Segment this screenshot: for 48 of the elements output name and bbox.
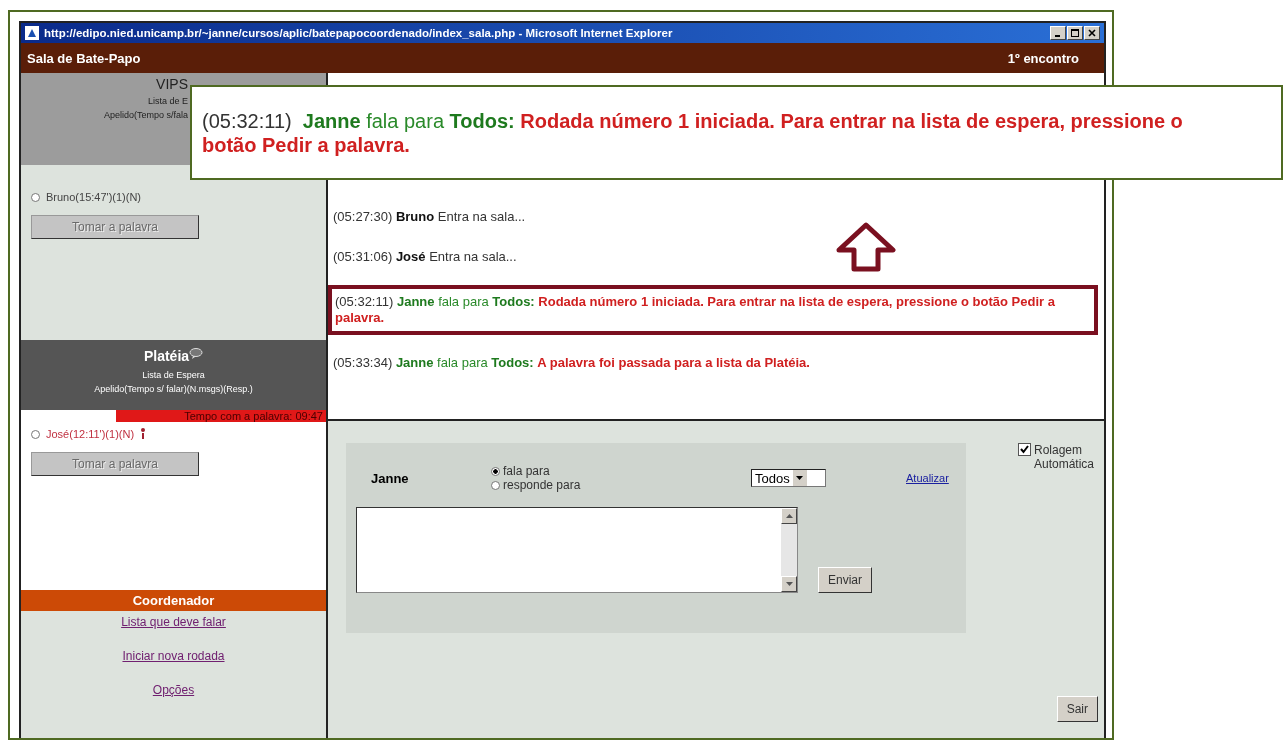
member-name: José(12:11')(1)(N) [46,428,135,440]
coordinator-header: Coordenador [21,590,326,611]
recipient-dropdown[interactable]: Todos [751,469,826,487]
speaker-icon [140,428,147,440]
room-title: Sala de Bate-Papo [27,50,141,66]
chat-message: (05:31:06) José Entra na sala... [333,248,518,266]
column-legend: Apelido(Tempo s/fala [103,110,188,120]
radio-button[interactable] [31,429,40,439]
caret-icon [796,476,804,480]
coordinator-link[interactable]: Opções [152,683,195,697]
radio-button[interactable] [491,466,500,476]
zoomed-message-callout: (05:32:11) Janne fala para Todos: Rodada número 1 iniciada. Para entrar na lista de espera, pressione o botão Pedir a palavra. [190,85,1283,180]
close-icon [1088,29,1096,37]
meeting-label: 1º encontro [1007,50,1079,66]
message-field[interactable] [356,507,798,593]
scroll-down-icon[interactable] [785,582,793,586]
vips-title: VIPS [156,77,188,92]
speaking-timer: Tempo com a palavra: 09:47 [116,410,326,422]
send-button[interactable]: Enviar [818,567,872,593]
exit-button[interactable]: Sair [1056,696,1098,722]
scrollbar[interactable] [781,508,797,592]
up-arrow-icon [835,222,897,272]
chat-message: (05:33:34) Janne fala para Todos: A palavra foi passada para a lista da Platéia. [333,354,811,372]
user-name: Janne [370,470,410,486]
chat-message: (05:32:11) Janne fala para Todos: Rodada número 1 iniciada. Para entrar na lista de espera, pressione o botão Pedir a palavra. [328,285,1098,335]
list-subtitle: Lista de Espera [142,370,205,380]
maximize-icon [1071,29,1079,37]
close-button[interactable] [1084,26,1100,40]
mode-option[interactable]: fala para [491,464,751,478]
maximize-button[interactable] [1067,26,1083,40]
coordinator-link[interactable]: Lista que deve falar [121,615,226,629]
chat-message: (05:27:30) Bruno Entra na sala... [333,208,527,226]
browser-icon [25,26,39,40]
member-name: Bruno(15:47')(1)(N) [46,191,142,203]
list-subtitle: Lista de E [147,96,188,106]
speech-bubble-icon [189,348,204,359]
coordinator-link[interactable]: Iniciar nova rodada [122,649,225,663]
window-title: http://edipo.nied.unicamp.br/~janne/cursos/aplic/batepapocoordenado/index_sala.php - Microsoft Internet Explorer [44,27,674,39]
refresh-link[interactable]: Atualizar [906,472,949,484]
minimize-button[interactable] [1050,26,1066,40]
column-legend: Apelido(Tempo s/ falar)(N.msgs)(Resp.) [94,384,253,394]
audience-title: Platéia [143,348,190,364]
mode-option[interactable]: responde para [491,478,751,492]
radio-button[interactable] [491,480,500,490]
radio-button[interactable] [31,192,40,202]
scroll-up-icon[interactable] [785,514,793,518]
checkbox[interactable] [1018,443,1031,456]
autoscroll-checkbox[interactable]: Rolagem Automática [1018,443,1098,471]
